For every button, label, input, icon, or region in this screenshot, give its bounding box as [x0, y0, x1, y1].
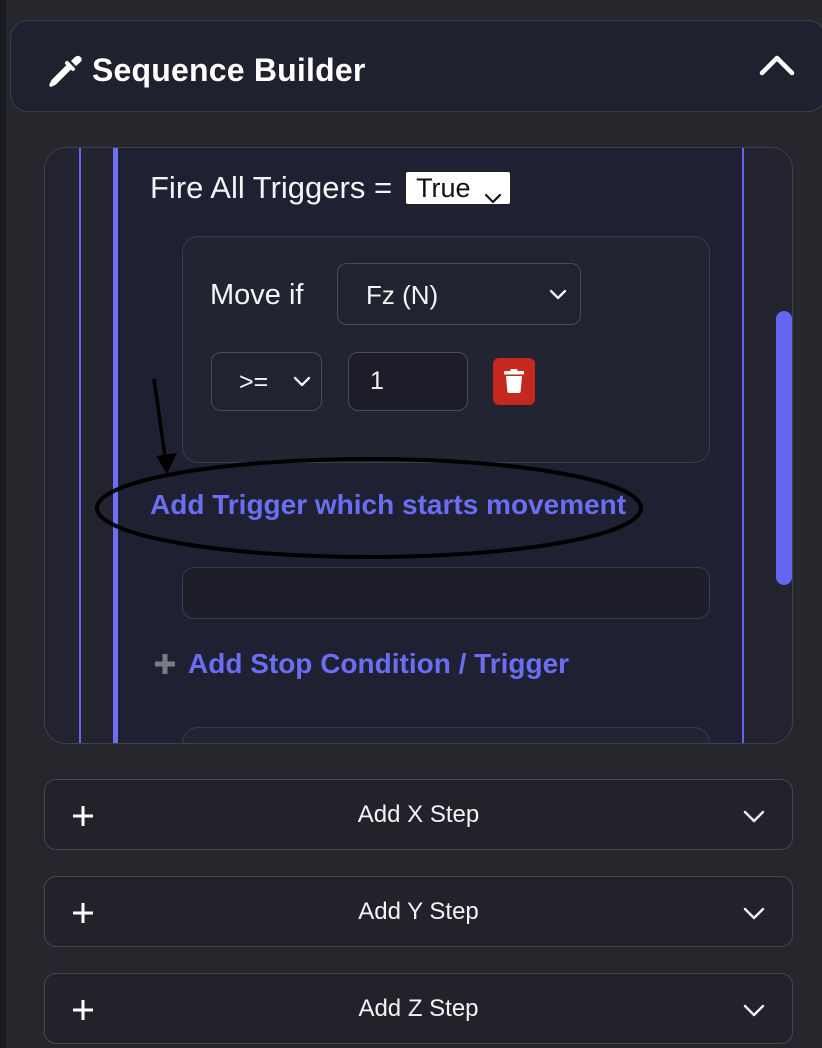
sequence-builder-panel: Sequence Builder Fire All Triggers = Tru…: [6, 0, 822, 1048]
trigger-threshold-input[interactable]: [348, 352, 468, 411]
trash-icon: [504, 369, 524, 393]
chevron-up-icon[interactable]: [759, 51, 795, 81]
trigger-card: Move if Fz (N) >=: [182, 236, 710, 463]
chevron-down-icon: [743, 809, 765, 823]
add-x-step-button[interactable]: Add X Step: [44, 779, 793, 850]
fire-all-triggers-row: Fire All Triggers = True: [150, 170, 513, 206]
sequence-builder-header[interactable]: Sequence Builder: [10, 20, 822, 112]
add-y-step-label: Add Y Step: [358, 898, 479, 925]
fire-all-triggers-select[interactable]: True: [404, 170, 513, 206]
trigger-operator-select[interactable]: >=: [211, 352, 322, 411]
plus-icon: [153, 652, 177, 676]
add-z-step-button[interactable]: Add Z Step: [44, 973, 793, 1044]
scrollbar-thumb[interactable]: [776, 311, 792, 585]
next-card: [182, 727, 710, 743]
nesting-line: [79, 148, 81, 743]
pipette-icon: [45, 51, 85, 91]
fire-all-triggers-label: Fire All Triggers =: [150, 170, 393, 205]
trigger-operator-value: >=: [239, 368, 269, 396]
page-title: Sequence Builder: [92, 52, 366, 88]
stop-condition-card: [182, 567, 710, 619]
chevron-down-icon: [743, 906, 765, 920]
chevron-down-icon: [484, 181, 502, 204]
chevron-down-icon: [293, 375, 311, 388]
add-trigger-link[interactable]: Add Trigger which starts movement: [150, 489, 626, 521]
trigger-field-select[interactable]: Fz (N): [337, 263, 581, 325]
delete-trigger-button[interactable]: [493, 358, 535, 405]
sequence-step-panel: Fire All Triggers = True Move if Fz (N) …: [44, 147, 793, 744]
chevron-down-icon: [743, 1003, 765, 1017]
add-y-step-button[interactable]: Add Y Step: [44, 876, 793, 947]
trigger-field-value: Fz (N): [366, 280, 439, 310]
add-z-step-label: Add Z Step: [358, 995, 479, 1022]
add-stop-condition-label: Add Stop Condition / Trigger: [188, 648, 570, 679]
move-if-label: Move if: [210, 279, 304, 311]
add-x-step-label: Add X Step: [357, 801, 480, 828]
add-stop-condition-button[interactable]: Add Stop Condition / Trigger: [153, 648, 569, 680]
fire-all-triggers-value: True: [416, 172, 471, 203]
chevron-down-icon: [548, 287, 568, 301]
